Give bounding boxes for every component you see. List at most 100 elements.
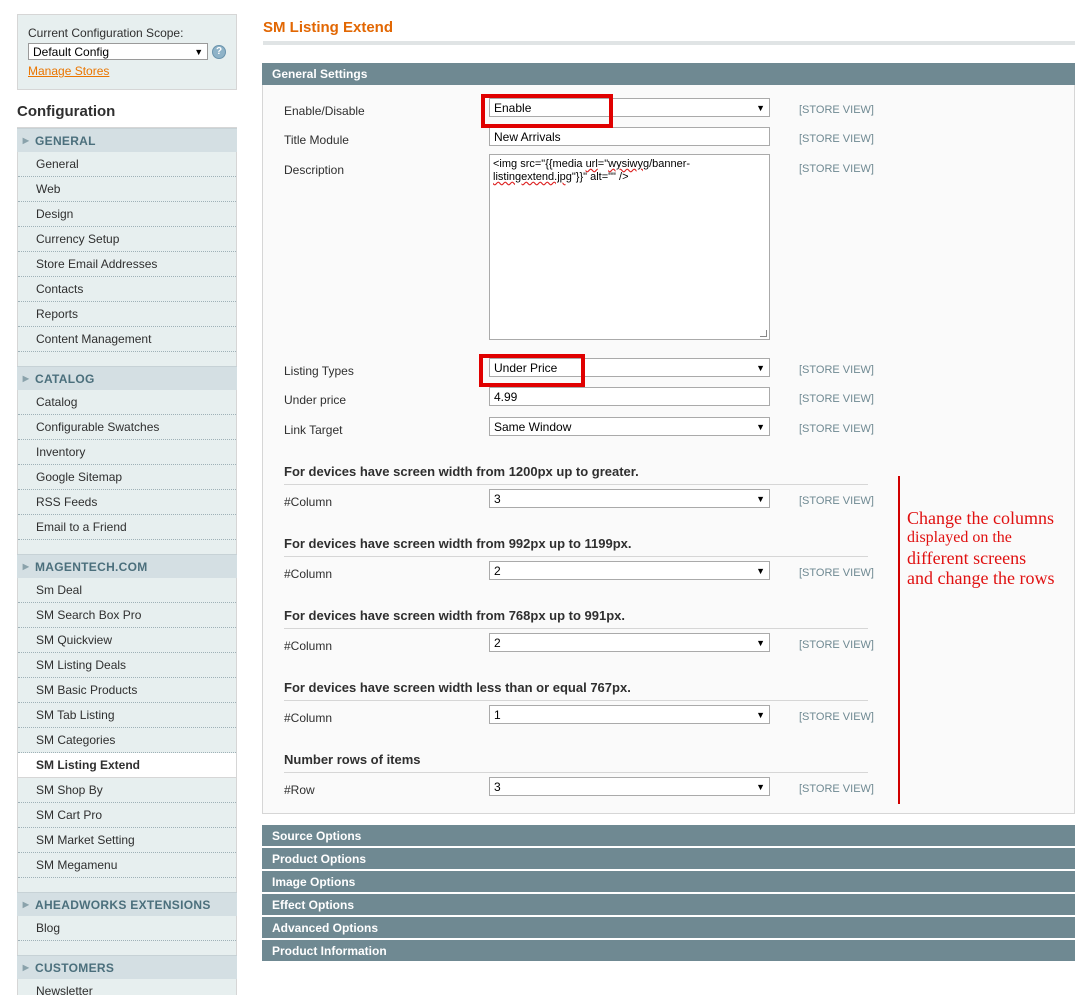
sidebar-section-catalog[interactable]: ▶ CATALOG bbox=[17, 366, 237, 390]
scope-tag: [STORE VIEW] bbox=[799, 711, 874, 723]
section-product-options[interactable]: Product Options bbox=[262, 848, 1075, 870]
sidebar-item-google-sitemap[interactable]: Google Sitemap bbox=[18, 465, 236, 490]
chevron-down-icon: ▼ bbox=[756, 102, 765, 113]
column-label: #Column bbox=[284, 711, 333, 725]
chevron-down-icon: ▼ bbox=[756, 637, 765, 648]
section-product-information[interactable]: Product Information bbox=[262, 940, 1075, 962]
device-heading-767: For devices have screen width less than … bbox=[284, 680, 868, 701]
page-title: SM Listing Extend bbox=[263, 19, 394, 36]
sidebar-item-inventory[interactable]: Inventory bbox=[18, 440, 236, 465]
scope-tag: [STORE VIEW] bbox=[799, 639, 874, 651]
row-select[interactable]: 3 ▼ bbox=[489, 777, 770, 796]
rows-heading: Number rows of items bbox=[284, 752, 868, 773]
triangle-right-icon: ▶ bbox=[22, 374, 30, 383]
description-label: Description bbox=[284, 163, 345, 177]
sidebar-item-reports[interactable]: Reports bbox=[18, 302, 236, 327]
scope-label: Current Configuration Scope: bbox=[28, 26, 184, 40]
scope-select[interactable]: Default Config ▼ bbox=[28, 43, 209, 60]
sidebar-section-aheadworks[interactable]: ▶ AHEADWORKS EXTENSIONS bbox=[17, 892, 237, 916]
sidebar-item-sm-listing-extend[interactable]: SM Listing Extend bbox=[18, 753, 236, 778]
sidebar-item-contacts[interactable]: Contacts bbox=[18, 277, 236, 302]
sidebar-item-store-email-addresses[interactable]: Store Email Addresses bbox=[18, 252, 236, 277]
sidebar-item-sm-quickview[interactable]: SM Quickview bbox=[18, 628, 236, 653]
sidebar-item-sm-listing-deals[interactable]: SM Listing Deals bbox=[18, 653, 236, 678]
general-settings-fieldset: Enable/Disable Enable ▼ [STORE VIEW] Tit… bbox=[262, 85, 1075, 814]
sidebar-item-blog[interactable]: Blog bbox=[18, 916, 236, 941]
sidebar-item-sm-market-setting[interactable]: SM Market Setting bbox=[18, 828, 236, 853]
device-heading-1200: For devices have screen width from 1200p… bbox=[284, 464, 868, 485]
annotation-text: Change the columns displayed on the diff… bbox=[907, 508, 1055, 588]
description-textarea[interactable]: <img src="{{media url="wysiwyg/banner- l… bbox=[489, 154, 770, 340]
help-icon[interactable]: ? bbox=[212, 44, 226, 59]
column-select-992[interactable]: 2 ▼ bbox=[489, 561, 770, 580]
sidebar-item-sm-basic-products[interactable]: SM Basic Products bbox=[18, 678, 236, 703]
column-select-768[interactable]: 2 ▼ bbox=[489, 633, 770, 652]
sidebar-item-sm-shop-by[interactable]: SM Shop By bbox=[18, 778, 236, 803]
sidebar-item-sm-categories[interactable]: SM Categories bbox=[18, 728, 236, 753]
triangle-right-icon: ▶ bbox=[22, 562, 30, 571]
annotation-line bbox=[898, 476, 900, 804]
sidebar-item-currency-setup[interactable]: Currency Setup bbox=[18, 227, 236, 252]
chevron-down-icon: ▼ bbox=[756, 781, 765, 792]
device-heading-768: For devices have screen width from 768px… bbox=[284, 608, 868, 629]
triangle-right-icon: ▶ bbox=[22, 900, 30, 909]
chevron-down-icon: ▼ bbox=[756, 709, 765, 720]
scope-tag: [STORE VIEW] bbox=[799, 104, 874, 116]
title-module-label: Title Module bbox=[284, 133, 349, 147]
scope-tag: [STORE VIEW] bbox=[799, 423, 874, 435]
sidebar-item-rss-feeds[interactable]: RSS Feeds bbox=[18, 490, 236, 515]
under-price-label: Under price bbox=[284, 393, 347, 407]
column-label: #Column bbox=[284, 639, 333, 653]
column-select-767[interactable]: 1 ▼ bbox=[489, 705, 770, 724]
resize-grip-icon[interactable] bbox=[760, 330, 767, 337]
enable-select[interactable]: Enable ▼ bbox=[489, 98, 770, 117]
scope-tag: [STORE VIEW] bbox=[799, 133, 874, 145]
scope-tag: [STORE VIEW] bbox=[799, 783, 874, 795]
section-effect-options[interactable]: Effect Options bbox=[262, 894, 1075, 916]
sidebar-item-general[interactable]: General bbox=[18, 152, 236, 177]
sidebar-item-configurable-swatches[interactable]: Configurable Swatches bbox=[18, 415, 236, 440]
section-image-options[interactable]: Image Options bbox=[262, 871, 1075, 893]
sidebar-item-sm-deal[interactable]: Sm Deal bbox=[18, 578, 236, 603]
sidebar-item-web[interactable]: Web bbox=[18, 177, 236, 202]
triangle-right-icon: ▶ bbox=[22, 136, 30, 145]
sidebar-item-sm-search-box-pro[interactable]: SM Search Box Pro bbox=[18, 603, 236, 628]
scope-tag: [STORE VIEW] bbox=[799, 495, 874, 507]
scope-switcher: Current Configuration Scope: Default Con… bbox=[17, 14, 237, 90]
listing-types-select[interactable]: Under Price ▼ bbox=[489, 358, 770, 377]
sidebar-item-catalog[interactable]: Catalog bbox=[18, 390, 236, 415]
scope-tag: [STORE VIEW] bbox=[799, 163, 874, 175]
sidebar-item-sm-cart-pro[interactable]: SM Cart Pro bbox=[18, 803, 236, 828]
configuration-title: Configuration bbox=[17, 90, 237, 128]
title-divider bbox=[263, 41, 1075, 45]
under-price-input[interactable]: 4.99 bbox=[489, 387, 770, 406]
column-select-1200[interactable]: 3 ▼ bbox=[489, 489, 770, 508]
section-source-options[interactable]: Source Options bbox=[262, 825, 1075, 847]
triangle-right-icon: ▶ bbox=[22, 963, 30, 972]
scope-tag: [STORE VIEW] bbox=[799, 393, 874, 405]
sidebar-nav: ▶ GENERAL General Web Design Currency Set… bbox=[17, 128, 237, 995]
link-target-select[interactable]: Same Window ▼ bbox=[489, 417, 770, 436]
chevron-down-icon: ▼ bbox=[756, 362, 765, 373]
section-advanced-options[interactable]: Advanced Options bbox=[262, 917, 1075, 939]
sidebar-item-email-to-a-friend[interactable]: Email to a Friend bbox=[18, 515, 236, 540]
enable-label: Enable/Disable bbox=[284, 104, 365, 118]
sidebar-item-sm-tab-listing[interactable]: SM Tab Listing bbox=[18, 703, 236, 728]
sidebar-section-magentech[interactable]: ▶ MAGENTECH.COM bbox=[17, 554, 237, 578]
section-general-settings[interactable]: General Settings bbox=[262, 63, 1075, 85]
chevron-down-icon: ▼ bbox=[756, 565, 765, 576]
link-target-label: Link Target bbox=[284, 423, 343, 437]
device-heading-992: For devices have screen width from 992px… bbox=[284, 536, 868, 557]
chevron-down-icon: ▼ bbox=[756, 421, 765, 432]
title-module-input[interactable]: New Arrivals bbox=[489, 127, 770, 146]
sidebar-item-design[interactable]: Design bbox=[18, 202, 236, 227]
sidebar-section-customers[interactable]: ▶ CUSTOMERS bbox=[17, 955, 237, 979]
scope-tag: [STORE VIEW] bbox=[799, 567, 874, 579]
row-label: #Row bbox=[284, 783, 315, 797]
chevron-down-icon: ▼ bbox=[756, 493, 765, 504]
sidebar-item-sm-megamenu[interactable]: SM Megamenu bbox=[18, 853, 236, 878]
sidebar-section-general[interactable]: ▶ GENERAL bbox=[17, 128, 237, 152]
manage-stores-link[interactable]: Manage Stores bbox=[28, 64, 226, 78]
sidebar-item-content-management[interactable]: Content Management bbox=[18, 327, 236, 352]
sidebar-item-newsletter[interactable]: Newsletter bbox=[18, 979, 236, 995]
